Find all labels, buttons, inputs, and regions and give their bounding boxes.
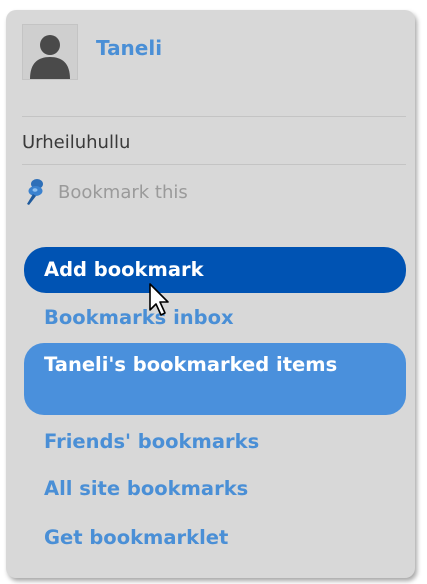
menu-item-friends-bookmarks[interactable]: Friends' bookmarks (24, 415, 406, 465)
menu-item-all-site-bookmarks[interactable]: All site bookmarks (24, 465, 406, 515)
user-silhouette-icon (30, 35, 70, 79)
pushpin-icon (27, 179, 43, 205)
menu-item-bookmarks-inbox[interactable]: Bookmarks inbox (24, 293, 406, 343)
bookmark-this-button[interactable]: Bookmark this (24, 178, 188, 206)
bookmark-menu: Add bookmark Bookmarks inbox Taneli's bo… (24, 247, 406, 565)
bookmark-this-label: Bookmark this (58, 181, 188, 203)
mouse-cursor-icon (149, 283, 169, 316)
user-row: Taneli (22, 24, 162, 80)
bookmarks-panel: Taneli Urheiluhullu Bookmark this Add bo… (6, 10, 415, 578)
group-name: Urheiluhullu (22, 132, 131, 153)
divider (22, 116, 406, 117)
menu-item-my-bookmarked-items[interactable]: Taneli's bookmarked items (24, 343, 406, 415)
avatar[interactable] (22, 24, 78, 80)
user-name-link[interactable]: Taneli (96, 36, 162, 60)
menu-item-add-bookmark[interactable]: Add bookmark (24, 247, 406, 293)
menu-item-get-bookmarklet[interactable]: Get bookmarklet (24, 515, 406, 565)
divider (22, 164, 406, 165)
